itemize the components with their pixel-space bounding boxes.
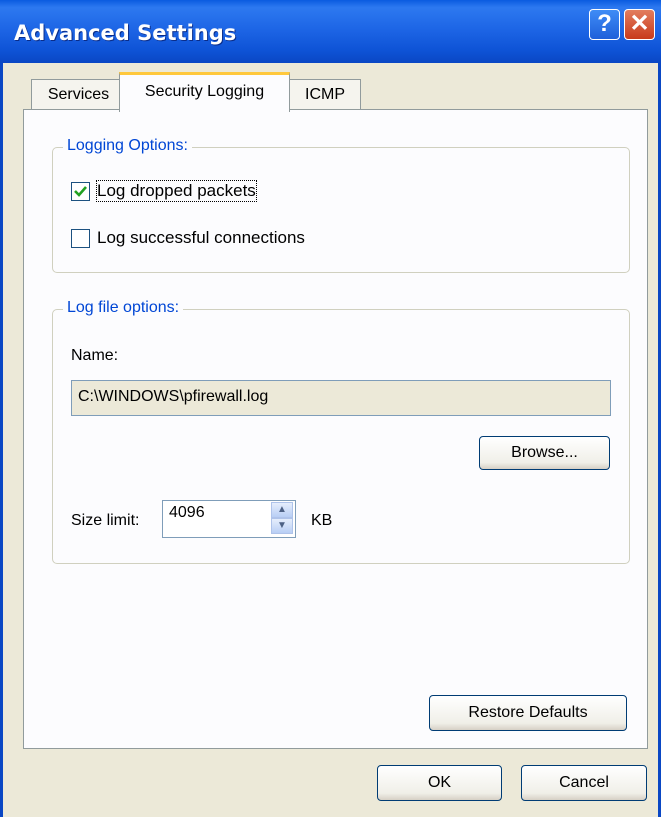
tab-panel: Logging Options: Log dropped packets Log… bbox=[23, 109, 648, 749]
browse-button[interactable]: Browse... bbox=[479, 436, 610, 470]
cancel-button[interactable]: Cancel bbox=[521, 765, 647, 801]
log-file-options-group: Log file options: Name: C:\WINDOWS\pfire… bbox=[52, 299, 630, 564]
window-title: Advanced Settings bbox=[14, 21, 237, 45]
advanced-settings-dialog: Advanced Settings ? ✕ Services Security … bbox=[0, 0, 661, 817]
close-icon[interactable]: ✕ bbox=[624, 9, 655, 40]
log-successful-label[interactable]: Log successful connections bbox=[97, 228, 305, 248]
name-label: Name: bbox=[71, 347, 119, 364]
log-file-options-legend: Log file options: bbox=[63, 299, 184, 317]
log-file-path-field[interactable]: C:\WINDOWS\pfirewall.log bbox=[71, 380, 611, 416]
size-unit-label: KB bbox=[311, 512, 333, 529]
ok-button[interactable]: OK bbox=[377, 765, 502, 801]
left-border bbox=[0, 63, 3, 817]
size-limit-label: Size limit: bbox=[71, 512, 140, 529]
tab-services[interactable]: Services bbox=[31, 79, 126, 110]
log-dropped-checkbox[interactable] bbox=[71, 182, 90, 201]
restore-defaults-button[interactable]: Restore Defaults bbox=[429, 695, 627, 731]
tab-security-logging[interactable]: Security Logging bbox=[119, 72, 290, 112]
log-dropped-label[interactable]: Log dropped packets bbox=[96, 180, 257, 202]
logging-options-legend: Logging Options: bbox=[63, 137, 192, 155]
title-bar[interactable]: Advanced Settings ? ✕ bbox=[0, 0, 661, 63]
help-icon[interactable]: ? bbox=[589, 9, 620, 40]
log-successful-checkbox[interactable] bbox=[71, 229, 90, 248]
checkmark-icon bbox=[74, 186, 87, 197]
spin-up-icon[interactable]: ▲ bbox=[271, 502, 293, 518]
tab-icmp[interactable]: ICMP bbox=[289, 79, 361, 110]
size-limit-spinner[interactable]: ▲ ▼ bbox=[271, 502, 293, 536]
spin-down-icon[interactable]: ▼ bbox=[271, 518, 293, 534]
logging-options-group: Logging Options: Log dropped packets Log… bbox=[52, 137, 630, 273]
